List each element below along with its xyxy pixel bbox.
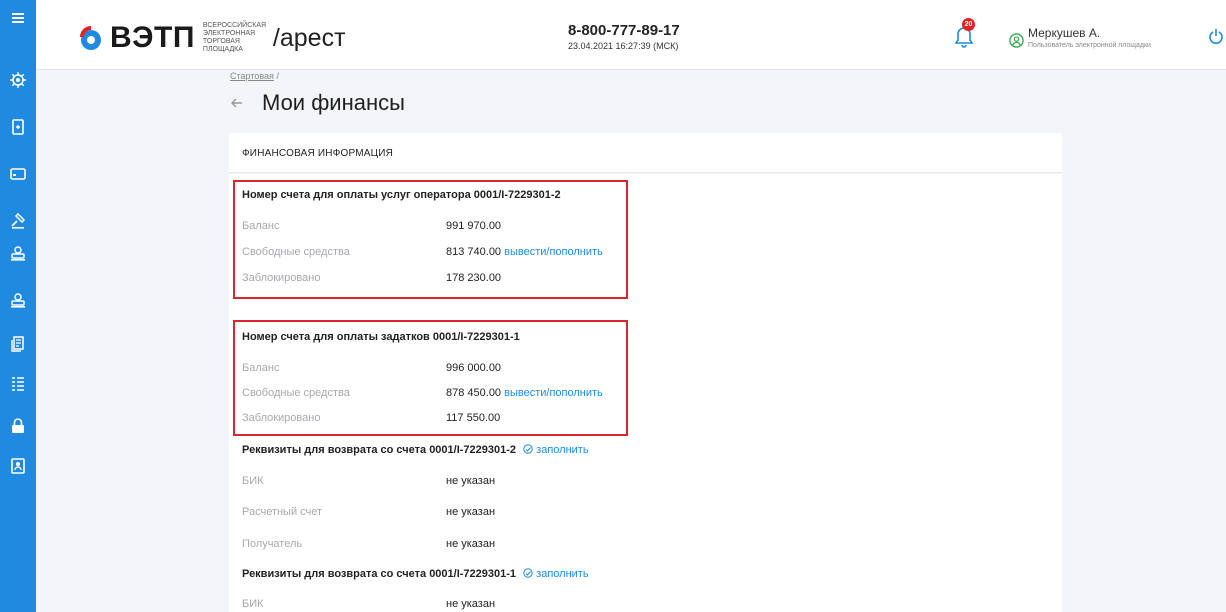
back-arrow-icon[interactable] bbox=[229, 95, 245, 111]
breadcrumb-home[interactable]: Стартовая bbox=[230, 71, 274, 81]
fill-link[interactable]: заполнить bbox=[536, 568, 588, 580]
bik-label: БИК bbox=[242, 598, 264, 610]
balance-value: 991 970.00 bbox=[446, 220, 502, 232]
deposit-account-title: Номер счета для оплаты задатков 0001/I-7… bbox=[242, 331, 520, 343]
blocked-value: 178 230.00 bbox=[446, 272, 502, 284]
user-icon[interactable] bbox=[1009, 33, 1024, 48]
page-title: Мои финансы bbox=[262, 90, 405, 115]
refund-details-title-text: Реквизиты для возврата со счета 0001/I-7… bbox=[242, 444, 517, 456]
withdraw-topup-link[interactable]: вывести/пополнить bbox=[504, 246, 603, 258]
blocked-label: Заблокировано bbox=[242, 272, 321, 284]
wallet-icon[interactable] bbox=[0, 160, 36, 188]
gavel-icon[interactable] bbox=[0, 207, 36, 235]
gear-icon[interactable] bbox=[0, 66, 36, 94]
document-icon[interactable] bbox=[0, 113, 36, 141]
free-funds-label: Свободные средства bbox=[242, 387, 350, 399]
breadcrumb: Стартовая / bbox=[230, 71, 279, 81]
logo-subtitle: ВСЕРОССИЙСКАЯ ЭЛЕКТРОННАЯ ТОРГОВАЯ ПЛОЩА… bbox=[202, 22, 267, 53]
bik-value: не указан bbox=[446, 475, 496, 487]
withdraw-topup-link[interactable]: вывести/пополнить bbox=[504, 387, 603, 399]
balance-label: Баланс bbox=[242, 362, 280, 374]
card-title: ФИНАНСОВАЯ ИНФОРМАЦИЯ bbox=[242, 148, 394, 159]
section-name: /арест bbox=[272, 24, 346, 52]
settlement-account-value: не указан bbox=[446, 506, 496, 518]
recipient-label: Получатель bbox=[242, 538, 303, 550]
lock-icon[interactable] bbox=[0, 412, 36, 440]
blocked-value: 117 550.00 bbox=[446, 412, 501, 424]
sidebar bbox=[0, 0, 36, 612]
refund-details-title: Реквизиты для возврата со счета 0001/I-7… bbox=[242, 568, 589, 580]
bik-value: не указан bbox=[446, 598, 496, 610]
logo-text: ВЭТП bbox=[110, 21, 195, 54]
top-bar: ВЭТП ВСЕРОССИЙСКАЯ ЭЛЕКТРОННАЯ ТОРГОВАЯ … bbox=[36, 0, 1226, 70]
user-role: Пользователь электронной площадки bbox=[1028, 42, 1151, 49]
card-header: ФИНАНСОВАЯ ИНФОРМАЦИЯ bbox=[229, 133, 1062, 173]
balance-value: 996 000.00 bbox=[446, 362, 502, 374]
stamp-icon[interactable] bbox=[0, 240, 36, 268]
breadcrumb-separator: / bbox=[276, 71, 279, 81]
operator-account-title: Номер счета для оплаты услуг оператора 0… bbox=[242, 189, 561, 201]
edit-icon[interactable] bbox=[523, 568, 533, 578]
logo-icon bbox=[78, 25, 104, 51]
contacts-icon[interactable] bbox=[0, 452, 36, 480]
logo[interactable]: ВЭТП ВСЕРОССИЙСКАЯ ЭЛЕКТРОННАЯ ТОРГОВАЯ … bbox=[78, 22, 346, 54]
current-datetime: 23.04.2021 16:27:39 (МСК) bbox=[568, 41, 679, 51]
menu-icon[interactable] bbox=[0, 0, 36, 36]
file-list-icon[interactable] bbox=[0, 330, 36, 358]
settlement-account-label: Расчетный счет bbox=[242, 506, 323, 518]
free-funds-row: 878 450.00 вывести/пополнить bbox=[446, 387, 603, 399]
free-funds-row: 813 740.00 вывести/пополнить bbox=[446, 246, 603, 258]
list-icon[interactable] bbox=[0, 370, 36, 398]
recipient-value: не указан bbox=[446, 538, 496, 550]
blocked-label: Заблокировано bbox=[242, 412, 321, 424]
balance-label: Баланс bbox=[242, 220, 280, 232]
refund-details-title: Реквизиты для возврата со счета 0001/I-7… bbox=[242, 444, 589, 456]
free-funds-value: 878 450.00 bbox=[446, 387, 502, 399]
phone-number: 8-800-777-89-17 bbox=[568, 22, 680, 39]
free-funds-label: Свободные средства bbox=[242, 246, 350, 258]
power-icon[interactable] bbox=[1208, 28, 1224, 44]
free-funds-value: 813 740.00 bbox=[446, 246, 502, 258]
card-body: Номер счета для оплаты услуг оператора 0… bbox=[229, 174, 1062, 612]
user-name[interactable]: Меркушев А. bbox=[1028, 26, 1100, 40]
stamp-icon[interactable] bbox=[0, 287, 36, 315]
edit-icon[interactable] bbox=[523, 444, 533, 454]
notification-badge: 20 bbox=[962, 18, 975, 31]
fill-link[interactable]: заполнить bbox=[536, 444, 588, 456]
refund-details-title-text: Реквизиты для возврата со счета 0001/I-7… bbox=[242, 568, 517, 580]
bik-label: БИК bbox=[242, 475, 264, 487]
